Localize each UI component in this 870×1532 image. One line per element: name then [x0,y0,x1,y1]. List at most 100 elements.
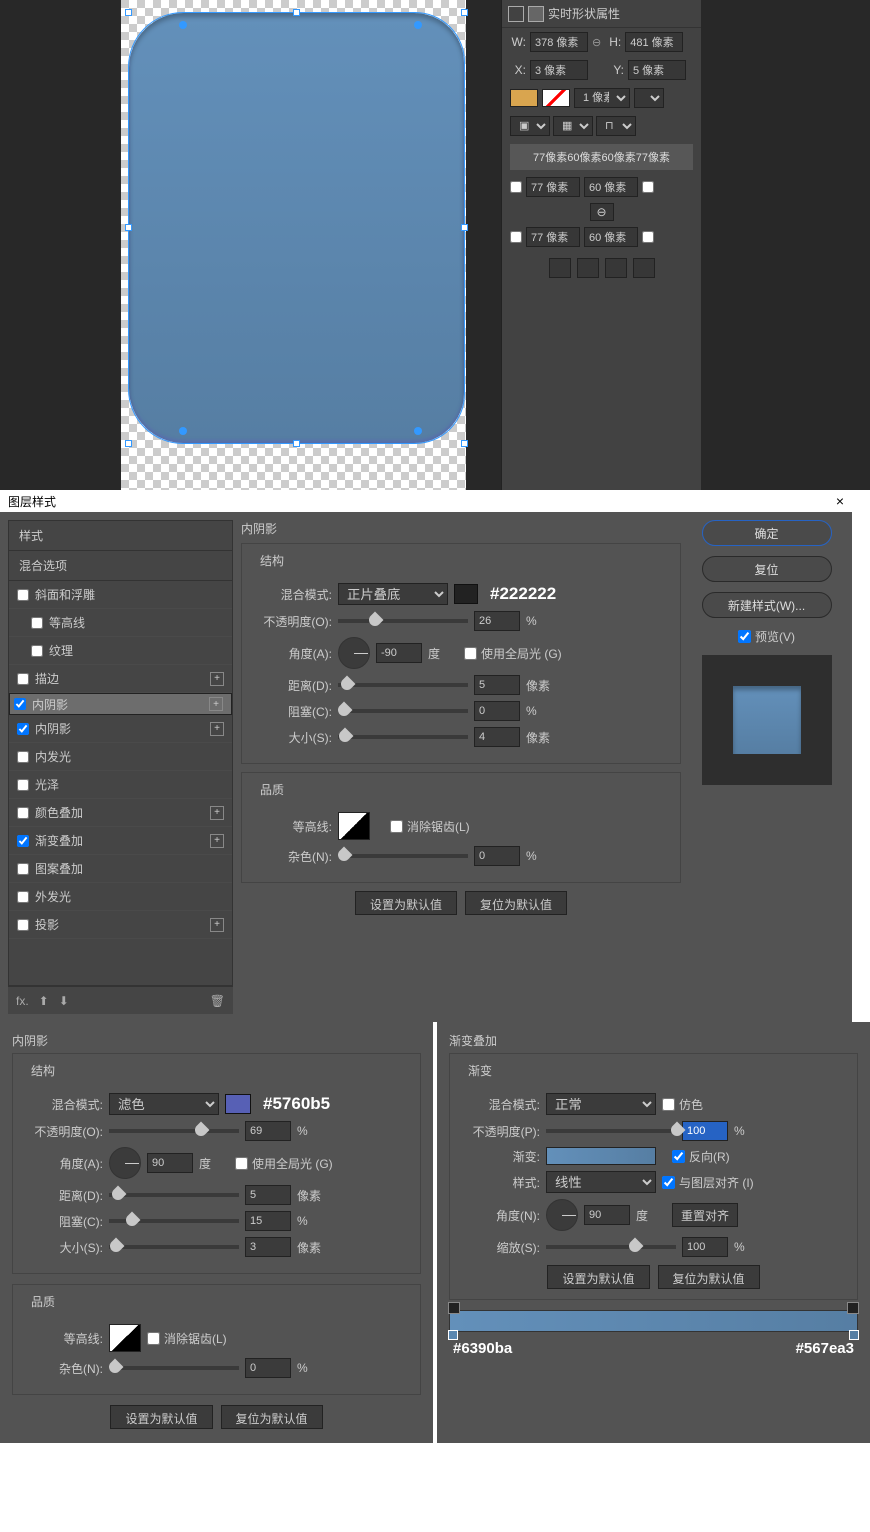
stroke-width-select[interactable]: 1 像素 [574,88,630,108]
align-dd-2[interactable]: ▦ [553,116,593,136]
texture-check[interactable] [31,645,43,657]
b2-def-button[interactable]: 设置为默认值 [547,1265,649,1289]
handle-bl[interactable] [125,440,132,447]
realign-button[interactable]: 重置对齐 [672,1203,738,1227]
b1-contour-picker[interactable] [109,1324,141,1352]
gov-check[interactable] [17,835,29,847]
noise-input[interactable] [474,846,520,866]
contour-picker[interactable] [338,812,370,840]
style-texture[interactable]: 纹理 [9,637,232,665]
radius-tr-input[interactable] [584,177,638,197]
stroke-style-select[interactable]: — [634,88,664,108]
color-swatch[interactable] [454,584,478,604]
size-slider[interactable] [338,735,468,739]
style-drop-shadow[interactable]: 投影+ [9,911,232,939]
height-input[interactable] [625,32,683,52]
rounded-rect-shape[interactable] [129,13,464,443]
choke-input[interactable] [474,701,520,721]
b1-angle-dial[interactable] [109,1147,141,1179]
pov-check[interactable] [17,863,29,875]
add-cov-icon[interactable]: + [210,806,224,820]
style-inner-glow[interactable]: 内发光 [9,743,232,771]
size-input[interactable] [474,727,520,747]
close-icon[interactable]: × [836,493,844,509]
iglow-check[interactable] [17,751,29,763]
y-input[interactable] [628,60,686,80]
pathop-intersect[interactable] [605,258,627,278]
handle-mr[interactable] [461,224,468,231]
add-stroke-icon[interactable]: + [210,672,224,686]
style-inner-shadow-1[interactable]: 内阴影+ [9,693,232,715]
pathop-subtract[interactable] [577,258,599,278]
opacity-input[interactable] [474,611,520,631]
down-icon[interactable]: ⬇ [59,994,69,1008]
width-input[interactable] [530,32,588,52]
corner-br-check[interactable] [642,231,654,243]
b1-size-input[interactable] [245,1237,291,1257]
pathop-exclude[interactable] [633,258,655,278]
cov-check[interactable] [17,807,29,819]
dshadow-check[interactable] [17,919,29,931]
b1-aa-check[interactable]: 消除锯齿(L) [147,1330,227,1347]
style-contour[interactable]: 等高线 [9,609,232,637]
blend-options[interactable]: 混合选项 [9,551,232,581]
align-check[interactable]: 与图层对齐 (I) [662,1174,754,1191]
b2-angle-input[interactable] [584,1205,630,1225]
reset-default-button[interactable]: 复位为默认值 [465,891,567,915]
align-dd-1[interactable]: ▣ [510,116,550,136]
b1-choke-slider[interactable] [109,1219,239,1223]
align-dd-3[interactable]: ⊓ [596,116,636,136]
choke-slider[interactable] [338,709,468,713]
b1-distance-input[interactable] [245,1185,291,1205]
b1-angle-input[interactable] [147,1153,193,1173]
contour-check[interactable] [31,617,43,629]
gradient-swatch[interactable] [546,1147,656,1165]
add-dshadow-icon[interactable]: + [210,918,224,932]
reverse-check[interactable]: 反向(R) [672,1148,730,1165]
corner-handle-tl[interactable] [179,21,187,29]
handle-tr[interactable] [461,9,468,16]
blendmode-select[interactable]: 正片叠底 [338,583,448,605]
radius-tl-input[interactable] [526,177,580,197]
b2-scale-input[interactable] [682,1237,728,1257]
b1-size-slider[interactable] [109,1245,239,1249]
b2-scale-slider[interactable] [546,1245,676,1249]
style-color-overlay[interactable]: 颜色叠加+ [9,799,232,827]
oglow-check[interactable] [17,891,29,903]
reset-button[interactable]: 复位 [702,556,832,582]
style-satin[interactable]: 光泽 [9,771,232,799]
b1-opacity-slider[interactable] [109,1129,239,1133]
gradient-stop-right[interactable] [849,1330,859,1340]
canvas[interactable] [1,0,501,490]
add-ishadow-icon[interactable]: + [209,697,223,711]
style-outer-glow[interactable]: 外发光 [9,883,232,911]
style-pattern-overlay[interactable]: 图案叠加 [9,855,232,883]
stroke-swatch[interactable] [542,89,570,107]
noise-slider[interactable] [338,854,468,858]
antialias-check[interactable]: 消除锯齿(L) [390,818,470,835]
b1-blendmode-select[interactable]: 滤色 [109,1093,219,1115]
gradient-editor-bar[interactable] [449,1310,858,1332]
corner-handle-br[interactable] [414,427,422,435]
angle-dial[interactable] [338,637,370,669]
dialog-titlebar[interactable]: 图层样式 × [0,490,852,512]
corner-bl-check[interactable] [510,231,522,243]
b1-color-swatch[interactable] [225,1094,251,1114]
b1-opacity-input[interactable] [245,1121,291,1141]
satin-check[interactable] [17,779,29,791]
b2-angle-dial[interactable] [546,1199,578,1231]
ishadow1-check[interactable] [14,698,26,710]
handle-tl[interactable] [125,9,132,16]
link-radii-icon[interactable]: ⊖ [590,203,614,221]
b1-choke-input[interactable] [245,1211,291,1231]
link-wh-icon[interactable]: ⊖ [592,36,601,49]
b1-noise-slider[interactable] [109,1366,239,1370]
x-input[interactable] [530,60,588,80]
corner-tr-check[interactable] [642,181,654,193]
preview-check[interactable]: 预览(V) [738,628,795,645]
handle-br[interactable] [461,440,468,447]
fill-swatch[interactable] [510,89,538,107]
b1-rdef-button[interactable]: 复位为默认值 [221,1405,323,1429]
ok-button[interactable]: 确定 [702,520,832,546]
ishadow2-check[interactable] [17,723,29,735]
